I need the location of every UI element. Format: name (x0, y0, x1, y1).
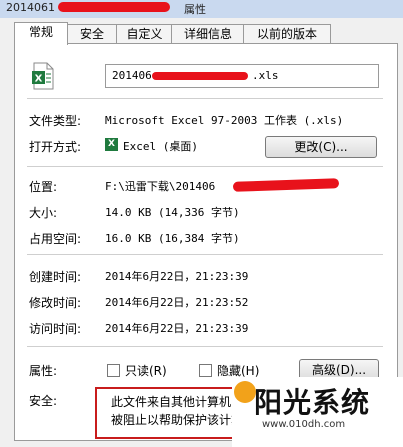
open-with-value: Excel (桌面) (123, 140, 198, 153)
location-label: 位置: (29, 180, 58, 194)
watermark-url: www.010dh.com (262, 419, 346, 430)
size-label: 大小: (29, 206, 58, 220)
security-text-line2: 被阻止以帮助保护该计算 (111, 413, 244, 427)
security-label: 安全: (29, 394, 58, 408)
attributes-label: 属性: (29, 364, 58, 378)
divider (27, 254, 383, 255)
modified-value: 2014年6月22日，21:23:52 (105, 296, 249, 309)
svg-text:X: X (35, 74, 43, 85)
sun-logo-icon (234, 381, 256, 403)
created-value: 2014年6月22日，21:23:39 (105, 270, 249, 283)
window-title: 2014061 (6, 1, 55, 14)
size-value: 14.0 KB (14,336 字节) (105, 206, 240, 219)
watermark-title: 阳光系统 (254, 386, 371, 419)
location-value: F:\迅雷下载\201406 (105, 180, 216, 193)
file-name-field[interactable]: 201406 .xls (105, 64, 379, 88)
accessed-value: 2014年6月22日，21:23:39 (105, 322, 249, 335)
tab-custom[interactable]: 自定义 (116, 24, 173, 43)
tab-security[interactable]: 安全 (66, 24, 118, 43)
watermark: 阳光系统 www.010dh.com (232, 377, 403, 447)
readonly-label[interactable]: 只读(R) (125, 362, 167, 379)
excel-small-icon: X (105, 138, 118, 151)
divider (27, 166, 383, 167)
file-name-suffix: .xls (252, 69, 279, 82)
redaction-mark (58, 2, 170, 12)
hidden-checkbox[interactable] (199, 364, 212, 377)
open-with-label: 打开方式: (29, 140, 82, 154)
file-type-label: 文件类型: (29, 114, 82, 128)
tab-details[interactable]: 详细信息 (171, 24, 245, 43)
divider (27, 98, 383, 99)
file-name-prefix: 201406 (112, 69, 152, 82)
tab-general[interactable]: 常规 (14, 22, 68, 45)
size-on-disk-label: 占用空间: (29, 232, 82, 246)
tab-previous-versions[interactable]: 以前的版本 (243, 24, 331, 43)
readonly-checkbox[interactable] (107, 364, 120, 377)
window-titlebar: 2014061 属性 (0, 0, 403, 18)
file-type-value: Microsoft Excel 97-2003 工作表 (.xls) (105, 114, 344, 127)
modified-label: 修改时间: (29, 296, 82, 310)
created-label: 创建时间: (29, 270, 82, 284)
divider (27, 346, 383, 347)
excel-file-icon: X (31, 62, 55, 90)
redaction-mark (232, 178, 340, 192)
security-text-line1: 此文件来自其他计算机， (111, 395, 244, 409)
window-title-suffix: 属性 (184, 3, 206, 16)
change-button[interactable]: 更改(C)... (265, 136, 377, 158)
size-on-disk-value: 16.0 KB (16,384 字节) (105, 232, 240, 245)
accessed-label: 访问时间: (29, 322, 82, 336)
redaction-mark (152, 72, 248, 80)
